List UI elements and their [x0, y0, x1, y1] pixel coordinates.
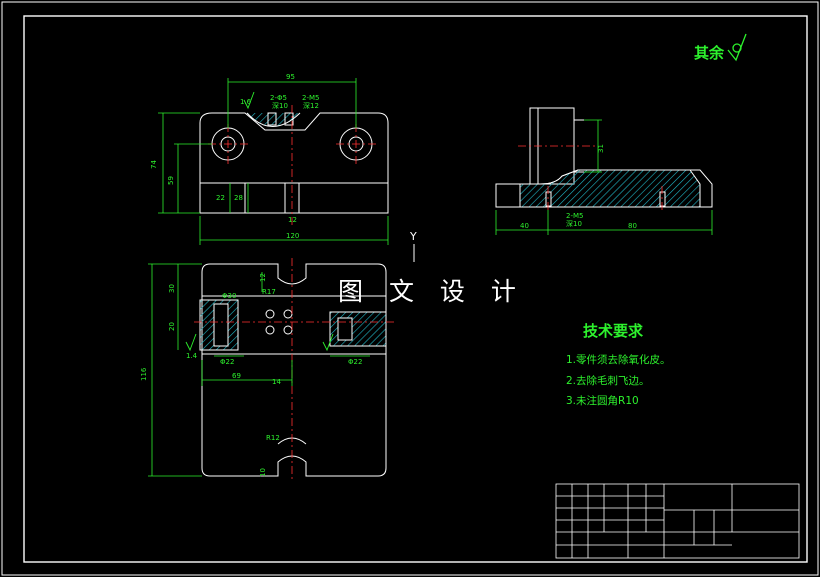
y-axis-label: Y — [410, 230, 417, 243]
side-view — [495, 107, 713, 208]
dim-20: 20 — [168, 322, 176, 331]
hole-spec-b-depth: 深12 — [303, 101, 319, 110]
roughness-note: 其余 — [694, 44, 725, 62]
dim-10: 10 — [259, 468, 267, 477]
dim-69: 69 — [232, 372, 241, 380]
dim-22: 22 — [216, 194, 225, 202]
side-hole-depth: 深10 — [566, 219, 582, 228]
hole-spec-b: 2-M5 — [302, 94, 319, 102]
dim-12-top: 12 — [288, 216, 297, 224]
dim-phi22-right: Φ22 — [348, 358, 362, 366]
dim-1-4-left: 1.4 — [186, 352, 198, 360]
roughness-symbol-icon — [727, 33, 747, 62]
tech-requirements-title: 技术要求 — [583, 322, 644, 340]
dim-28: 28 — [234, 194, 243, 202]
dim-74: 74 — [150, 160, 158, 169]
dim-116: 116 — [140, 367, 148, 381]
dim-12-front: 12 — [259, 273, 267, 282]
dim-phi30: Φ30 — [222, 292, 236, 300]
dim-1-6: 1.6 — [240, 98, 252, 106]
dim-59: 59 — [167, 176, 175, 185]
hole-spec-a-depth: 深10 — [272, 101, 288, 110]
tech-requirement-1: 1.零件须去除氧化皮。 — [566, 354, 671, 366]
top-view-centerlines — [208, 105, 376, 225]
watermark: 图 文 设 计 — [338, 277, 525, 306]
hole-spec-a: 2-Φ5 — [270, 94, 287, 102]
dim-14: 14 — [272, 378, 281, 386]
dim-120: 120 — [286, 232, 299, 240]
side-hole-spec: 2-M5 — [566, 212, 583, 220]
dim-31: 31 — [597, 144, 605, 153]
dim-30: 30 — [168, 284, 176, 293]
tech-requirement-3: 3.未注圆角R10 — [566, 395, 639, 407]
dim-95: 95 — [286, 73, 295, 81]
title-block — [555, 483, 800, 559]
dim-80: 80 — [628, 222, 637, 230]
tech-requirement-2: 2.去除毛刺飞边。 — [566, 375, 650, 387]
dim-phi22-left: Φ22 — [220, 358, 234, 366]
dim-r12: R12 — [266, 434, 280, 442]
dim-40: 40 — [520, 222, 529, 230]
dim-r17: R17 — [262, 288, 276, 296]
